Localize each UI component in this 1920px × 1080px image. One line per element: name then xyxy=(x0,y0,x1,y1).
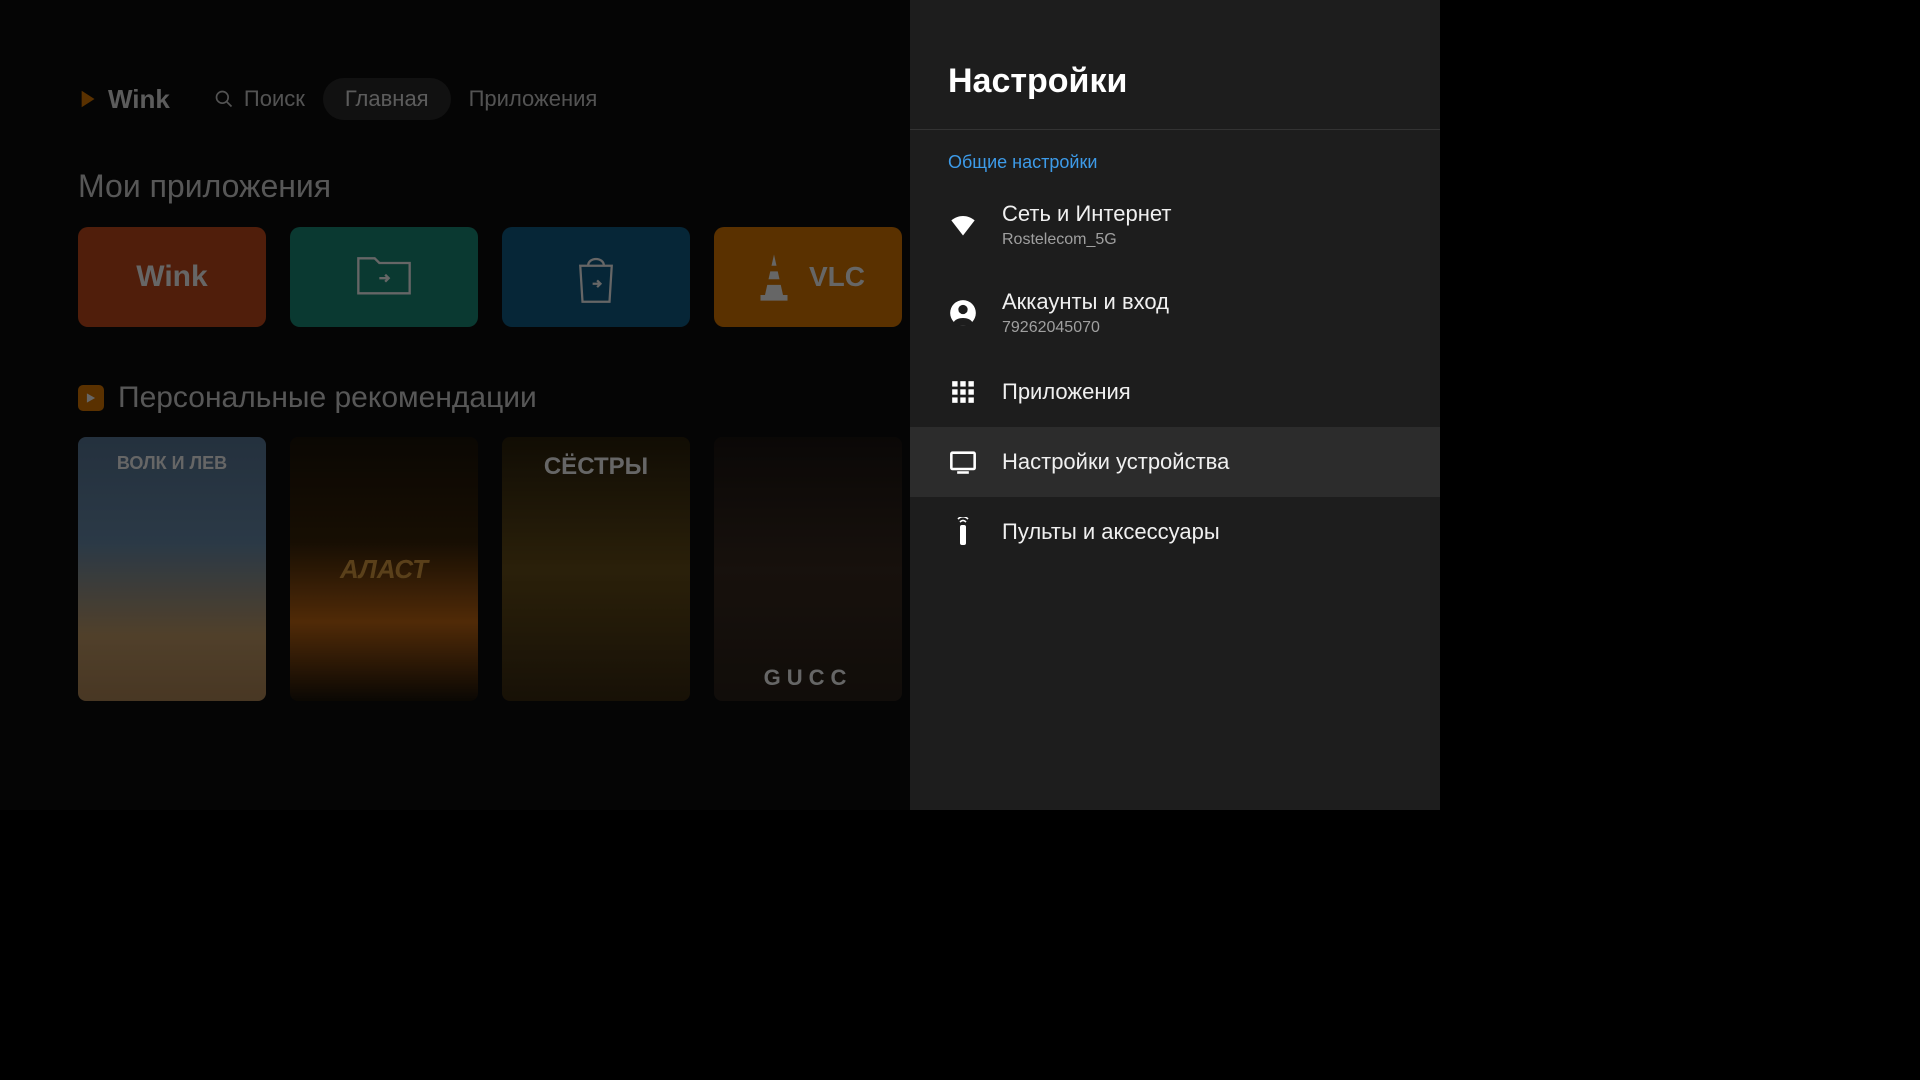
item-title: Настройки устройства xyxy=(1002,449,1229,475)
item-title: Аккаунты и вход xyxy=(1002,289,1169,315)
shopping-bag-icon xyxy=(573,250,619,304)
settings-item-accounts[interactable]: Аккаунты и вход 79262045070 xyxy=(910,269,1440,357)
nav-tab-apps[interactable]: Приложения xyxy=(469,86,598,112)
settings-subhead: Общие настройки xyxy=(910,130,1440,181)
account-icon xyxy=(948,298,978,328)
app-tile-vlc[interactable]: VLC xyxy=(714,227,902,327)
vlc-label: VLC xyxy=(809,261,865,293)
nav-tab-main[interactable]: Главная xyxy=(323,78,451,120)
rec-title: Персональные рекомендации xyxy=(118,381,537,415)
settings-panel: Настройки Общие настройки Сеть и Интерне… xyxy=(910,0,1440,810)
settings-item-network[interactable]: Сеть и Интернет Rostelecom_5G xyxy=(910,181,1440,269)
settings-title: Настройки xyxy=(910,0,1440,130)
poster-title: ВОЛК И ЛЕВ xyxy=(117,453,227,474)
poster-2[interactable]: АЛАСТ xyxy=(290,437,478,701)
item-title: Сеть и Интернет xyxy=(1002,201,1171,227)
settings-item-device[interactable]: Настройки устройства xyxy=(910,427,1440,497)
poster-title: СЁСТРЫ xyxy=(544,453,648,481)
logo-icon xyxy=(78,88,100,110)
poster-title: GUCC xyxy=(764,665,853,691)
poster-1[interactable]: ВОЛК И ЛЕВ xyxy=(78,437,266,701)
item-sub: 79262045070 xyxy=(1002,319,1169,337)
app-tile-files[interactable] xyxy=(290,227,478,327)
item-title: Приложения xyxy=(1002,379,1131,405)
app-tile-store[interactable] xyxy=(502,227,690,327)
item-title: Пульты и аксессуары xyxy=(1002,519,1220,545)
folder-icon xyxy=(356,256,412,298)
search-icon xyxy=(214,89,234,109)
poster-3[interactable]: СЁСТРЫ xyxy=(502,437,690,701)
apps-grid-icon xyxy=(948,377,978,407)
wifi-icon xyxy=(948,210,978,240)
settings-item-remotes[interactable]: Пульты и аксессуары xyxy=(910,497,1440,567)
logo-text: Wink xyxy=(108,84,170,115)
logo: Wink xyxy=(78,84,170,115)
search-button[interactable]: Поиск xyxy=(214,86,305,112)
item-sub: Rostelecom_5G xyxy=(1002,231,1171,249)
nav: Поиск Главная Приложения xyxy=(214,78,597,120)
vlc-cone-icon xyxy=(751,250,797,304)
app-tile-wink[interactable]: Wink xyxy=(78,227,266,327)
poster-4[interactable]: GUCC xyxy=(714,437,902,701)
poster-title: АЛАСТ xyxy=(340,554,428,585)
remote-icon xyxy=(948,517,978,547)
tv-icon xyxy=(948,447,978,477)
rec-badge-icon xyxy=(78,385,104,411)
settings-item-apps[interactable]: Приложения xyxy=(910,357,1440,427)
search-label: Поиск xyxy=(244,86,305,112)
